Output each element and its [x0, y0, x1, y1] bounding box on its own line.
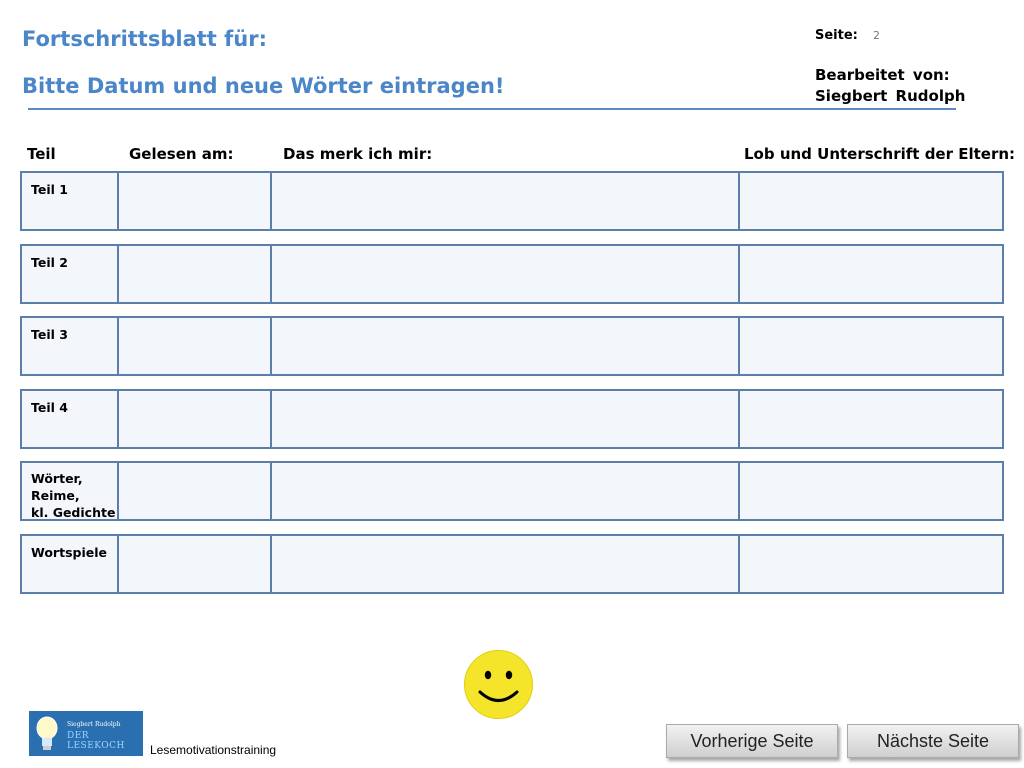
page-label: Seite:: [815, 28, 858, 43]
notes-cell[interactable]: [272, 318, 740, 374]
row-label: Wortspiele: [31, 545, 107, 560]
notes-cell[interactable]: [272, 463, 740, 519]
signature-cell[interactable]: [740, 536, 1002, 592]
footer-caption: Lesemotivationstraining: [150, 743, 277, 757]
table-row: Teil 3: [20, 316, 1004, 376]
row-label-cell: Teil 1: [22, 173, 119, 229]
table-row: Teil 2: [20, 244, 1004, 304]
smiley-face-icon: [464, 650, 533, 719]
leserkoch-logo: Siegbert Rudolph DER LESEKOCH: [29, 711, 143, 756]
signature-cell[interactable]: [740, 173, 1002, 229]
notes-cell[interactable]: [272, 536, 740, 592]
row-label-cell: Teil 3: [22, 318, 119, 374]
row-label-cell: Teil 2: [22, 246, 119, 302]
row-label-cell: Wortspiele: [22, 536, 119, 592]
row-label: Teil 4: [31, 400, 68, 415]
column-header-part: Teil: [27, 145, 56, 163]
page-number: 2: [873, 29, 880, 42]
table-row: Teil 4: [20, 389, 1004, 449]
editor-name: Siegbert Rudolph: [815, 87, 966, 105]
logo-brand: DER LESEKOCH: [67, 731, 125, 751]
page-subtitle: Bitte Datum und neue Wörter eintragen!: [22, 74, 505, 98]
column-header-parent-signature: Lob und Unterschrift der Eltern:: [744, 145, 1016, 163]
logo-author: Siegbert Rudolph: [67, 721, 121, 728]
page-title: Fortschrittsblatt für:: [22, 27, 267, 51]
signature-cell[interactable]: [740, 391, 1002, 447]
signature-cell[interactable]: [740, 463, 1002, 519]
row-label-cell: Teil 4: [22, 391, 119, 447]
column-header-read-on: Gelesen am:: [129, 145, 234, 163]
next-page-button[interactable]: Nächste Seite: [847, 724, 1019, 758]
column-header-remember: Das merk ich mir:: [283, 145, 433, 163]
editor-label: Bearbeitet von:: [815, 66, 950, 84]
row-label: Teil 1: [31, 182, 68, 197]
notes-cell[interactable]: [272, 391, 740, 447]
table-row: Wörter, Reime, kl. Gedichte: [20, 461, 1004, 521]
row-label-cell: Wörter, Reime, kl. Gedichte: [22, 463, 119, 520]
row-label: Wörter, Reime, kl. Gedichte: [31, 471, 116, 520]
table-row: Wortspiele: [20, 534, 1004, 594]
date-cell[interactable]: [119, 536, 272, 592]
header-divider: [28, 108, 956, 110]
date-cell[interactable]: [119, 391, 272, 447]
previous-page-button[interactable]: Vorherige Seite: [666, 724, 838, 758]
lightbulb-icon: [36, 716, 58, 750]
row-label: Teil 3: [31, 327, 68, 342]
table-row: Teil 1: [20, 171, 1004, 231]
notes-cell[interactable]: [272, 246, 740, 302]
date-cell[interactable]: [119, 318, 272, 374]
date-cell[interactable]: [119, 173, 272, 229]
row-label: Teil 2: [31, 255, 68, 270]
signature-cell[interactable]: [740, 246, 1002, 302]
date-cell[interactable]: [119, 246, 272, 302]
date-cell[interactable]: [119, 463, 272, 519]
signature-cell[interactable]: [740, 318, 1002, 374]
notes-cell[interactable]: [272, 173, 740, 229]
